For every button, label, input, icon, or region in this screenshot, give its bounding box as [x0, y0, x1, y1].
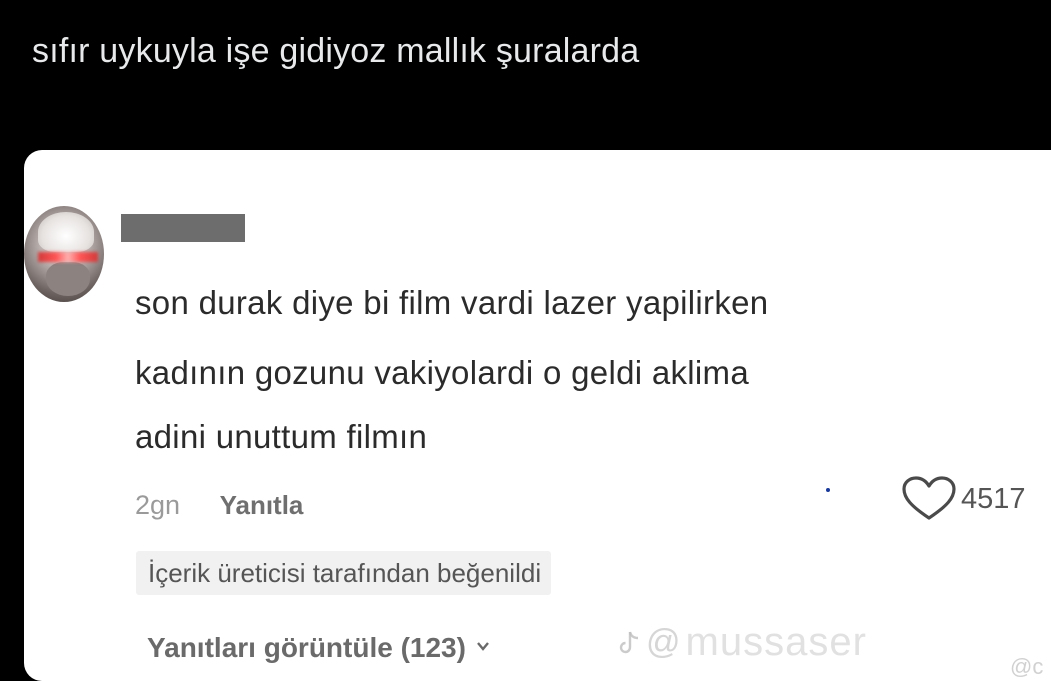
- avatar-hair: [38, 212, 94, 252]
- comment-line-3: adini unuttum filmın: [135, 418, 428, 455]
- comment-line-2: kadının gozunu vakiyolardi o geldi aklim…: [135, 354, 749, 391]
- redacted-username: [121, 214, 245, 242]
- comment-line-1: son durak diye bi film vardi lazer yapil…: [135, 284, 769, 321]
- comment-meta: 2gn Yanıtla: [135, 490, 303, 521]
- watermark-handle: mussaser: [685, 620, 867, 664]
- creator-liked-badge: İçerik üreticisi tarafından beğenildi: [136, 551, 552, 595]
- avatar[interactable]: [24, 206, 104, 302]
- view-replies-button[interactable]: Yanıtları görüntüle (123): [147, 632, 490, 664]
- watermark: @ mussaser: [618, 620, 867, 665]
- tweet-page: sıfır uykuyla işe gidiyoz mallık şuralar…: [0, 0, 1051, 681]
- comment-time: 2gn: [135, 490, 181, 520]
- at-icon: @: [646, 623, 682, 661]
- tiktok-icon: [619, 631, 639, 653]
- heart-icon: [902, 476, 956, 520]
- view-replies-label: Yanıtları görüntüle (123): [147, 632, 466, 663]
- chevron-down-icon: [477, 642, 489, 651]
- reply-button[interactable]: Yanıtla: [220, 490, 304, 520]
- tweet-text: sıfır uykuyla işe gidiyoz mallık şuralar…: [32, 32, 640, 70]
- corner-watermark: @c: [1010, 654, 1044, 679]
- like-button[interactable]: 4517: [901, 476, 1026, 522]
- like-count: 4517: [961, 482, 1026, 515]
- stray-dot: [826, 488, 830, 492]
- avatar-eyes: [38, 252, 98, 262]
- avatar-face: [46, 262, 90, 296]
- attached-screenshot[interactable]: son durak diye bi film vardi lazer yapil…: [24, 150, 1051, 681]
